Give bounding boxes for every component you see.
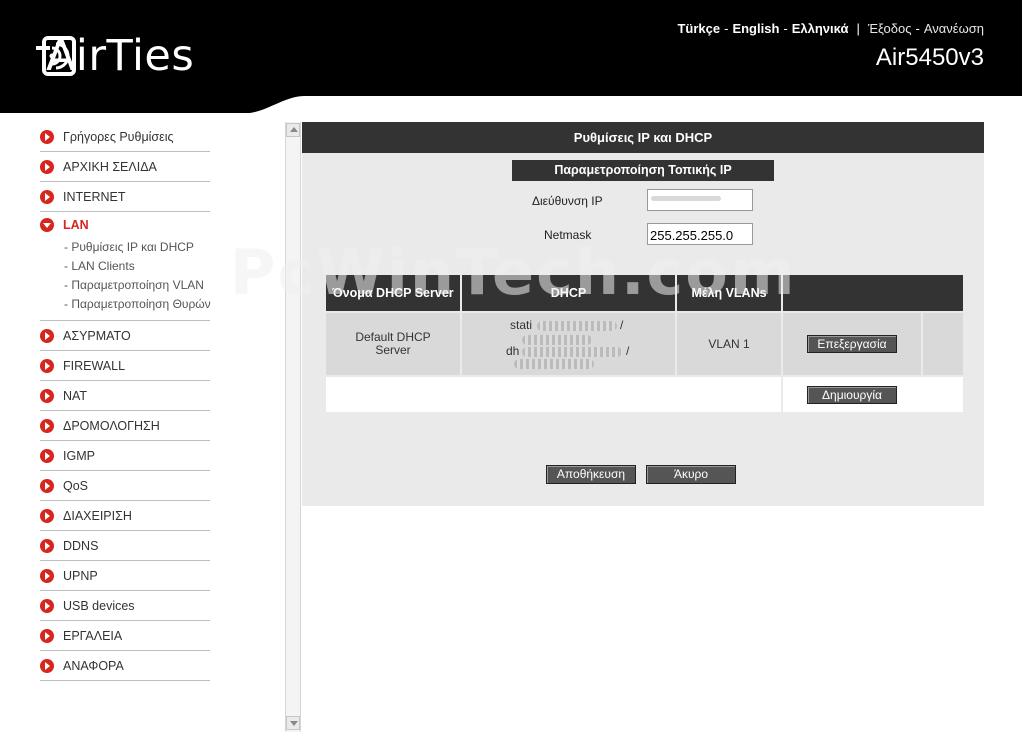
airties-logo-icon — [36, 36, 76, 76]
bullet-arrow-icon — [40, 448, 54, 463]
col-header-dhcp: DHCP — [462, 275, 675, 311]
bullet-arrow-icon — [40, 418, 54, 433]
bullet-arrow-icon — [40, 388, 54, 403]
sidebar-item-lan[interactable]: LAN — [40, 212, 210, 238]
table-row-create: Δημιουργία — [326, 377, 963, 412]
redacted-range-1 — [537, 321, 617, 331]
sidebar-item-management[interactable]: ΔΙΑΧΕΙΡΙΣΗ — [40, 501, 210, 531]
ip-label: Διεύθυνση IP — [532, 194, 603, 208]
refresh-link[interactable]: Ανανέωση — [924, 21, 984, 36]
header: AirTies Türkçe - English - Ελληνικά | Έξοδος - Α… — [0, 0, 1022, 120]
bullet-expanded-icon — [40, 218, 54, 232]
sidebar-item-upnp[interactable]: UPNP — [40, 561, 210, 591]
redacted-range-4 — [514, 359, 594, 369]
sidebar-item-home[interactable]: ΑΡΧΙΚΗ ΣΕΛΙΔΑ — [40, 152, 210, 182]
submenu-ip-dhcp[interactable]: - Ρυθμίσεις IP και DHCP — [64, 238, 210, 257]
scroll-down-icon[interactable] — [286, 716, 300, 730]
sidebar-item-quick-settings[interactable]: Γρήγορες Ρυθμίσεις — [40, 122, 210, 152]
scroll-up-icon[interactable] — [286, 123, 300, 137]
bullet-arrow-icon — [40, 358, 54, 373]
main-content: Ρυθμίσεις IP και DHCP Παραμετροποίηση Το… — [302, 122, 984, 506]
bullet-arrow-icon — [40, 568, 54, 583]
page-title: Ρυθμίσεις IP και DHCP — [302, 122, 984, 153]
sidebar-item-wireless[interactable]: ΑΣΥΡΜΑΤΟ — [40, 321, 210, 351]
submenu-port-config[interactable]: - Παραμετροποίηση Θυρών — [64, 295, 211, 314]
redacted-range-3 — [522, 347, 622, 357]
sidebar-menu: Γρήγορες Ρυθμίσεις ΑΡΧΙΚΗ ΣΕΛΙΔΑ INTERNE… — [40, 122, 211, 681]
lan-submenu: - Ρυθμίσεις IP και DHCP - LAN Clients - … — [40, 238, 211, 321]
save-button[interactable]: Αποθήκευση — [546, 465, 636, 484]
bullet-arrow-icon — [40, 508, 54, 523]
airties-logo: AirTies — [34, 34, 194, 78]
redacted-range-2 — [522, 335, 592, 345]
local-ip-panel: Παραμετροποίηση Τοπικής IP Διεύθυνση IP … — [512, 160, 774, 250]
lang-greek-link[interactable]: Ελληνικά — [792, 21, 849, 36]
netmask-label: Netmask — [544, 228, 592, 242]
dhcp-dynamic-suffix: / — [626, 344, 630, 358]
table-row: Default DHCP Server stati / dh / VLAN 1 … — [326, 313, 963, 375]
sidebar-item-ddns[interactable]: DDNS — [40, 531, 210, 561]
dhcp-range-cell: stati / dh / — [462, 313, 675, 375]
bullet-arrow-icon — [40, 159, 54, 174]
bullet-arrow-icon — [40, 478, 54, 493]
netmask-input[interactable] — [647, 223, 753, 245]
sidebar-item-routing[interactable]: ΔΡΟΜΟΛΟΓΗΣΗ — [40, 411, 210, 441]
dhcp-static-prefix: stati — [510, 318, 533, 332]
lang-english-link[interactable]: English — [732, 21, 779, 36]
submenu-lan-clients[interactable]: - LAN Clients — [64, 257, 210, 276]
sidebar-item-nat[interactable]: NAT — [40, 381, 210, 411]
edit-button[interactable]: Επεξεργασία — [807, 335, 897, 353]
sidebar-item-usb-devices[interactable]: USB devices — [40, 591, 210, 621]
empty-cell — [923, 313, 963, 375]
content-scrollbar[interactable] — [285, 122, 301, 732]
bullet-arrow-icon — [40, 189, 54, 204]
server-name-cell: Default DHCP Server — [326, 313, 460, 375]
bullet-arrow-icon — [40, 628, 54, 643]
sidebar-item-firewall[interactable]: FIREWALL — [40, 351, 210, 381]
logout-link[interactable]: Έξοδος — [868, 21, 912, 36]
sidebar-item-qos[interactable]: QoS — [40, 471, 210, 501]
dhcp-dynamic-prefix: dh — [506, 344, 520, 358]
ip-row: Διεύθυνση IP — [512, 189, 774, 213]
sidebar-item-report[interactable]: ΑΝΑΦΟΡΑ — [40, 651, 210, 681]
empty-cell — [326, 377, 781, 412]
lang-turkish-link[interactable]: Türkçe — [677, 21, 720, 36]
dhcp-servers-table: Όνομα DHCP Server DHCP Μέλη VLANs Defaul… — [324, 273, 965, 414]
dhcp-static-suffix: / — [620, 318, 624, 332]
local-ip-title: Παραμετροποίηση Τοπικής IP — [512, 160, 774, 181]
top-navigation: Türkçe - English - Ελληνικά | Έξοδος - Ανανέωση — [677, 21, 984, 36]
create-button[interactable]: Δημιουργία — [807, 385, 897, 404]
sidebar-item-igmp[interactable]: IGMP — [40, 441, 210, 471]
device-model: Air5450v3 — [875, 44, 984, 71]
bullet-arrow-icon — [40, 129, 54, 144]
bullet-arrow-icon — [40, 598, 54, 613]
bullet-arrow-icon — [40, 328, 54, 343]
col-header-server-name: Όνομα DHCP Server — [326, 275, 460, 311]
redacted-ip-value — [651, 196, 721, 201]
sidebar-item-internet[interactable]: INTERNET — [40, 182, 210, 212]
form-actions: Αποθήκευση Άκυρο — [546, 465, 746, 484]
create-cell: Δημιουργία — [783, 377, 963, 412]
vlan-members-cell: VLAN 1 — [677, 313, 781, 375]
cancel-button[interactable]: Άκυρο — [646, 465, 736, 484]
sidebar-item-tools[interactable]: ΕΡΓΑΛΕΙΑ — [40, 621, 210, 651]
bullet-arrow-icon — [40, 658, 54, 673]
bullet-arrow-icon — [40, 538, 54, 553]
col-header-vlans: Μέλη VLANs — [677, 275, 781, 311]
submenu-vlan-config[interactable]: - Παραμετροποίηση VLAN — [64, 276, 210, 295]
netmask-row: Netmask — [512, 223, 774, 247]
col-header-actions — [783, 275, 963, 311]
edit-cell: Επεξεργασία — [783, 313, 921, 375]
